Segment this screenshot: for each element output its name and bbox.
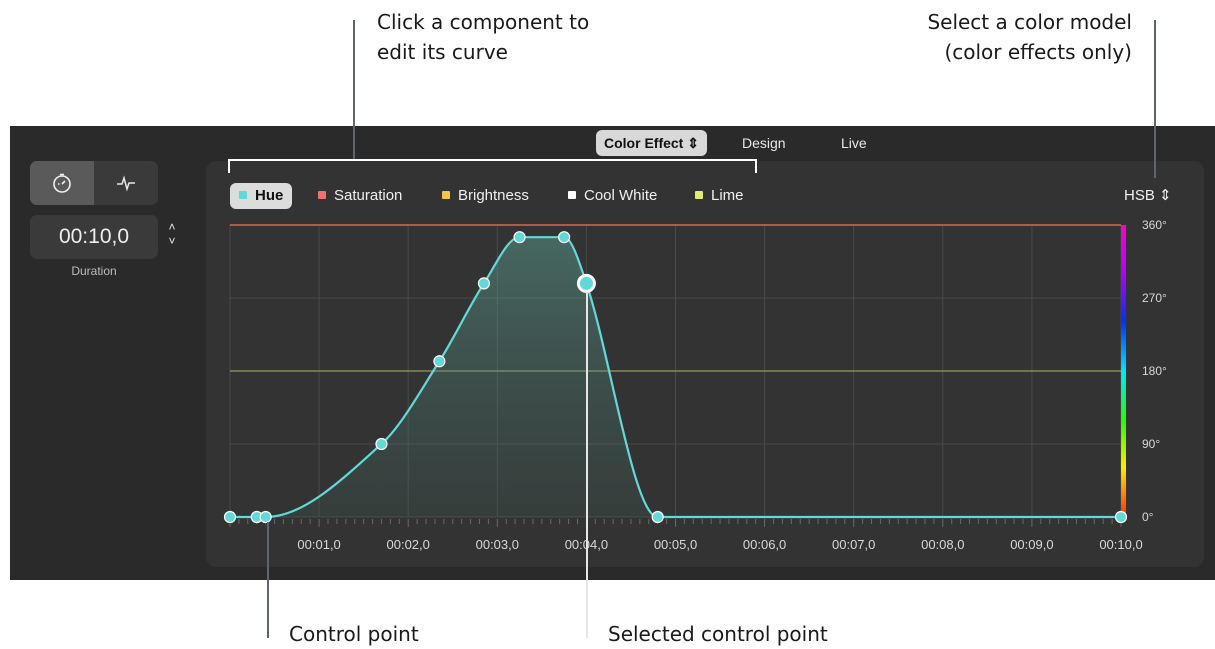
control-point[interactable] (558, 231, 571, 244)
x-tick-label: 00:08,0 (921, 537, 964, 552)
x-tick-label: 00:07,0 (832, 537, 875, 552)
control-point[interactable] (477, 277, 491, 290)
y-tick-label: 360° (1142, 218, 1167, 232)
y-tick-label: 270° (1142, 291, 1167, 305)
control-point[interactable] (1114, 510, 1128, 524)
hue-curve-chart[interactable]: 00:01,000:02,000:03,000:04,000:05,000:06… (0, 0, 1215, 648)
x-tick-label: 00:06,0 (743, 537, 786, 552)
callout-bracket-component (228, 159, 757, 173)
control-point[interactable] (651, 510, 664, 524)
y-tick-label: 0° (1142, 510, 1154, 524)
control-point[interactable] (223, 510, 237, 524)
x-tick-label: 00:10,0 (1099, 537, 1142, 552)
control-point[interactable] (433, 355, 446, 368)
selected-control-point[interactable] (576, 273, 596, 293)
x-tick-label: 00:05,0 (654, 537, 697, 552)
control-point[interactable] (513, 231, 526, 244)
y-tick-label: 180° (1142, 364, 1167, 378)
control-point[interactable] (375, 437, 388, 451)
hue-scale-bar (1121, 225, 1126, 517)
x-tick-label: 00:09,0 (1010, 537, 1053, 552)
x-tick-label: 00:01,0 (297, 537, 340, 552)
x-tick-label: 00:02,0 (387, 537, 430, 552)
x-tick-label: 00:03,0 (476, 537, 519, 552)
y-tick-label: 90° (1142, 437, 1160, 451)
control-point[interactable] (259, 510, 272, 524)
